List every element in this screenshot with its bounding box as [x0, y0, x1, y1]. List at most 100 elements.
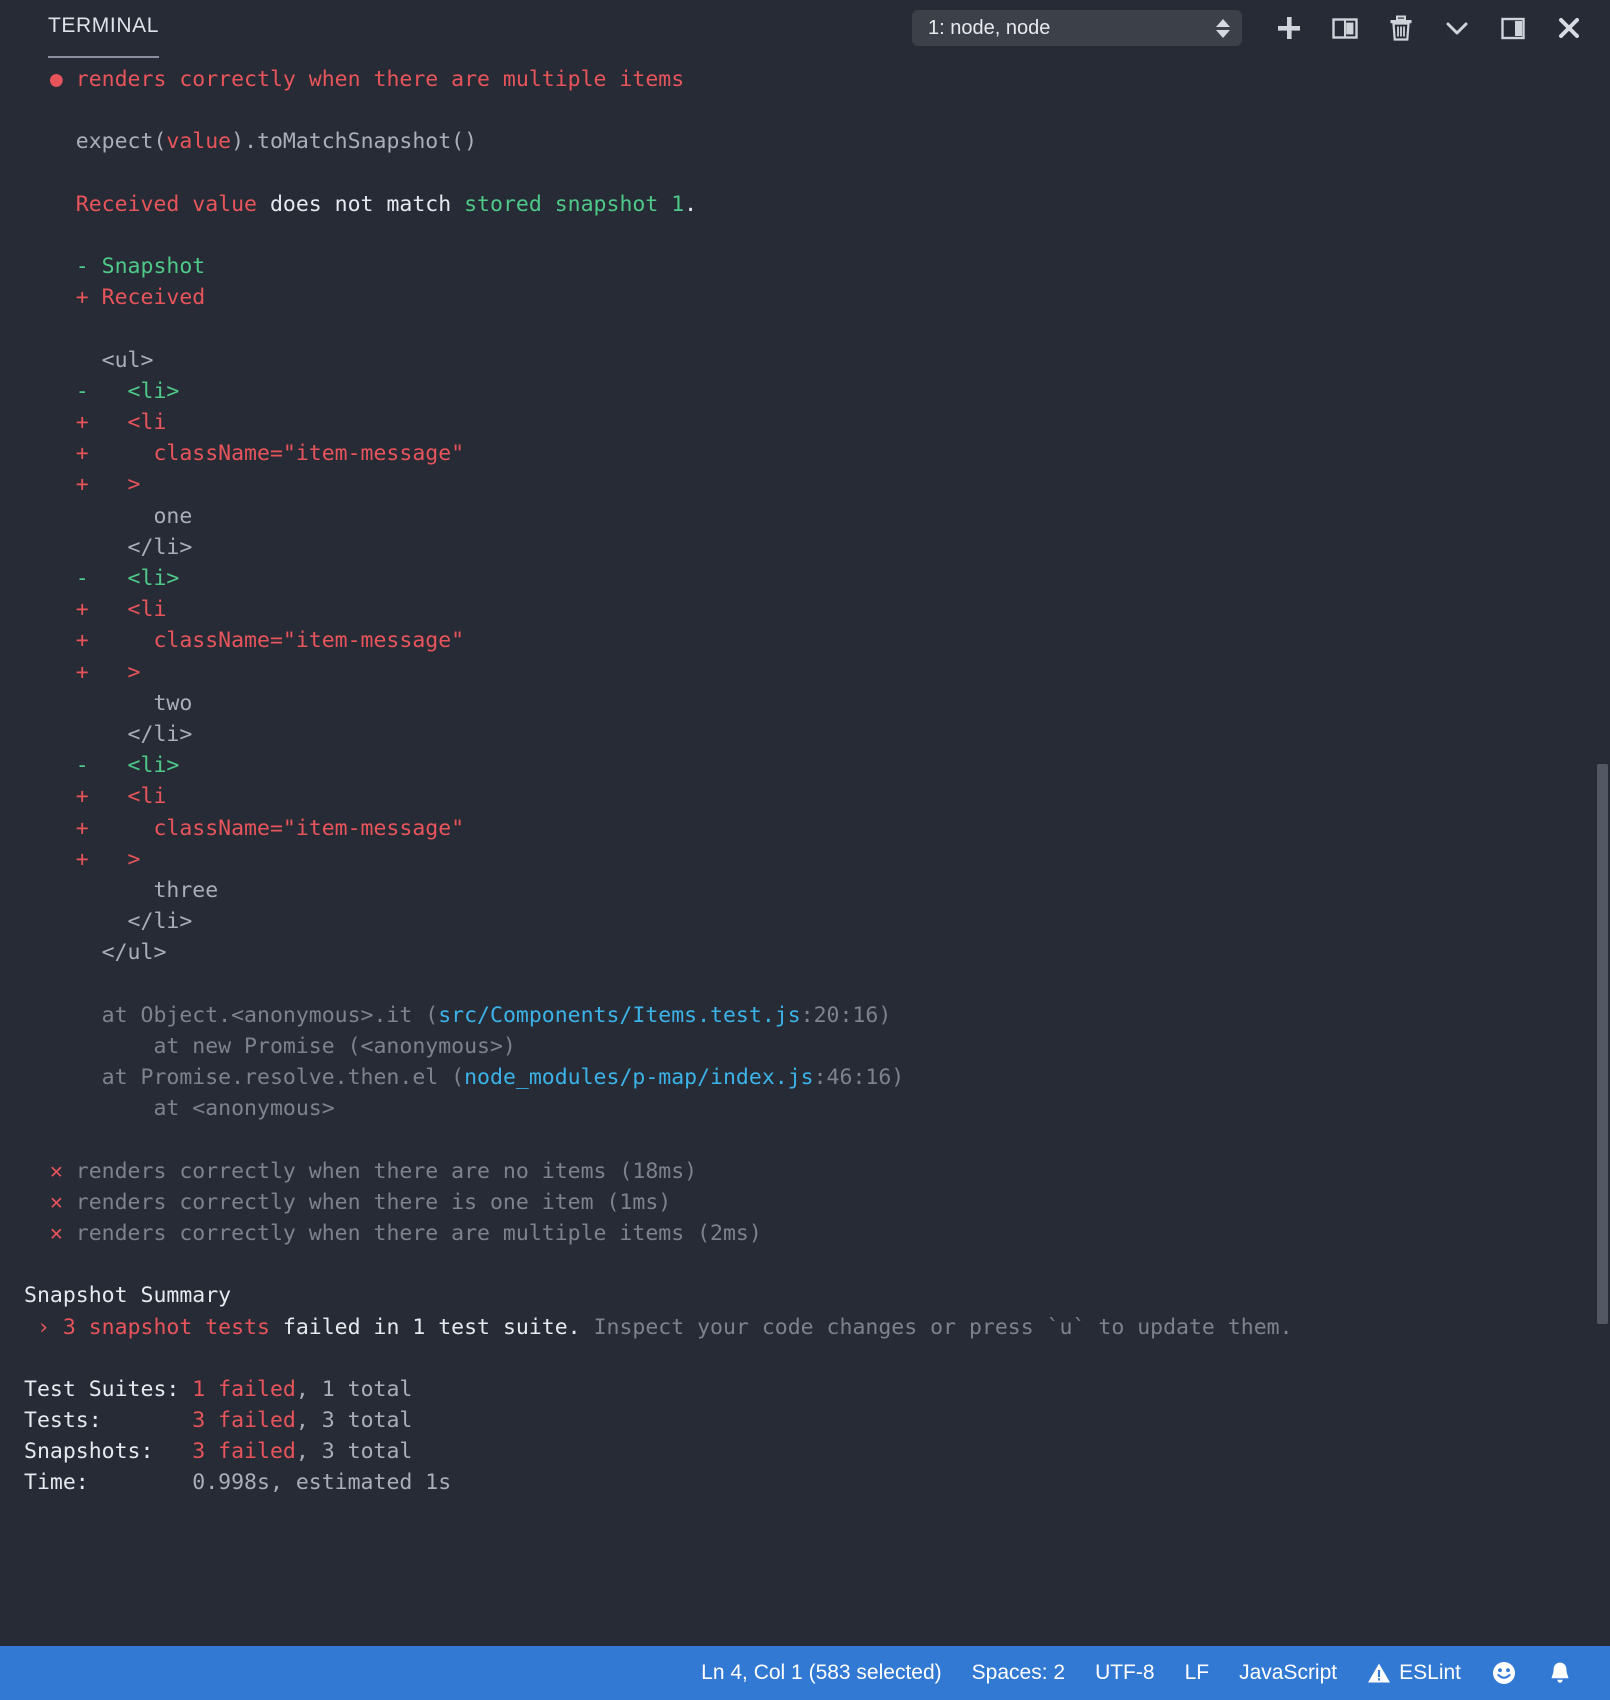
terminal-line: ✕ renders correctly when there are multi…: [24, 1218, 1610, 1249]
terminal-scrollbar-thumb[interactable]: [1597, 764, 1608, 1324]
terminal-line: + className="item-message": [24, 625, 1610, 656]
terminal-text: </li>: [24, 909, 192, 934]
maximize-panel-button[interactable]: [1434, 7, 1480, 49]
terminal-line: [24, 95, 1610, 126]
terminal-text: + Received: [24, 285, 205, 310]
terminal-text: , 1 total: [296, 1377, 413, 1402]
terminal-line: </ul>: [24, 937, 1610, 968]
status-indentation-label: Spaces: 2: [972, 1661, 1065, 1685]
new-terminal-button[interactable]: [1266, 7, 1312, 49]
terminal-text: .: [568, 1315, 594, 1340]
terminal-text: renders correctly when there are no item…: [76, 1159, 697, 1184]
terminal-text: renders correctly when there are multipl…: [76, 67, 684, 92]
terminal-text: </li>: [24, 535, 192, 560]
split-terminal-button[interactable]: [1322, 7, 1368, 49]
warning-triangle-icon: [1367, 1661, 1391, 1685]
plus-icon: [1274, 13, 1304, 43]
terminal-text: 0.998s, estimated 1s: [192, 1470, 451, 1495]
terminal-line: › 3 snapshot tests failed in 1 test suit…: [24, 1312, 1610, 1343]
kill-terminal-button[interactable]: [1378, 7, 1424, 49]
terminal-line: - Snapshot: [24, 251, 1610, 282]
panel-layout-icon: [1498, 13, 1528, 43]
terminal-selector[interactable]: 1: node, node: [912, 10, 1242, 46]
status-indentation[interactable]: Spaces: 2: [957, 1646, 1080, 1700]
terminal-text: Snapshots:: [24, 1439, 192, 1464]
terminal-line: two: [24, 688, 1610, 719]
terminal-line: </li>: [24, 906, 1610, 937]
terminal-line: + <li: [24, 781, 1610, 812]
terminal-text: renders correctly when there are multipl…: [76, 1221, 762, 1246]
terminal-text: , 3 total: [296, 1408, 413, 1433]
status-feedback[interactable]: [1476, 1646, 1532, 1700]
status-eol[interactable]: LF: [1170, 1646, 1225, 1700]
terminal-text: ›: [24, 1315, 63, 1340]
terminal-line: at <anonymous>: [24, 1093, 1610, 1124]
terminal-line: [24, 1249, 1610, 1280]
terminal-line: + className="item-message": [24, 438, 1610, 469]
terminal-text: node_modules/p-map/index.js: [464, 1065, 814, 1090]
terminal-text: one: [24, 504, 192, 529]
status-notifications[interactable]: [1532, 1646, 1588, 1700]
panel-header: TERMINAL 1: node, node: [0, 0, 1610, 56]
terminal-output[interactable]: ● renders correctly when there are multi…: [0, 56, 1610, 1646]
terminal-text: at new Promise (<anonymous>): [24, 1034, 516, 1059]
terminal-text: + >: [24, 847, 141, 872]
terminal-line: - <li>: [24, 563, 1610, 594]
terminal-text: at Object.<anonymous>.it (: [24, 1003, 438, 1028]
terminal-text: , 3 total: [296, 1439, 413, 1464]
terminal-line: expect(value).toMatchSnapshot(): [24, 126, 1610, 157]
terminal-line: Time: 0.998s, estimated 1s: [24, 1467, 1610, 1498]
terminal-text: value: [166, 129, 231, 154]
terminal-text: ●: [24, 67, 76, 92]
terminal-line: <ul>: [24, 345, 1610, 376]
terminal-line: ✕ renders correctly when there is one it…: [24, 1187, 1610, 1218]
terminal-text: :46:16): [814, 1065, 905, 1090]
status-language-mode[interactable]: JavaScript: [1224, 1646, 1352, 1700]
terminal-line: - <li>: [24, 750, 1610, 781]
terminal-text: </li>: [24, 722, 192, 747]
terminal-line: [24, 158, 1610, 189]
terminal-line: + >: [24, 469, 1610, 500]
chevron-updown-icon: [1216, 19, 1230, 38]
status-cursor-position-label: Ln 4, Col 1 (583 selected): [701, 1661, 941, 1685]
close-panel-button[interactable]: [1546, 7, 1592, 49]
terminal-text: two: [24, 691, 192, 716]
terminal-text: Snapshot Summary: [24, 1283, 231, 1308]
terminal-line: [24, 220, 1610, 251]
terminal-line: Received value does not match stored sna…: [24, 189, 1610, 220]
terminal-text: + <li: [24, 784, 166, 809]
terminal-line: ✕ renders correctly when there are no it…: [24, 1156, 1610, 1187]
terminal-lines: ● renders correctly when there are multi…: [0, 64, 1610, 1499]
terminal-text: + className="item-message": [24, 628, 464, 653]
terminal-text: + className="item-message": [24, 441, 464, 466]
terminal-text: 1 failed: [192, 1377, 296, 1402]
terminal-text: 3 failed: [192, 1408, 296, 1433]
terminal-line: Snapshots: 3 failed, 3 total: [24, 1436, 1610, 1467]
status-bar: Ln 4, Col 1 (583 selected) Spaces: 2 UTF…: [0, 1646, 1610, 1700]
terminal-line: + <li: [24, 407, 1610, 438]
terminal-line: Snapshot Summary: [24, 1280, 1610, 1311]
terminal-text: 3 snapshot tests: [63, 1315, 270, 1340]
status-eslint[interactable]: ESLint: [1352, 1646, 1476, 1700]
toggle-panel-layout-button[interactable]: [1490, 7, 1536, 49]
terminal-text: ✕: [24, 1221, 76, 1246]
terminal-text: Tests:: [24, 1408, 192, 1433]
terminal-selector-value: 1: node, node: [928, 17, 1216, 40]
status-language-mode-label: JavaScript: [1239, 1661, 1337, 1685]
terminal-text: failed in 1 test suite: [270, 1315, 568, 1340]
smiley-icon: [1491, 1660, 1517, 1686]
terminal-line: - <li>: [24, 376, 1610, 407]
terminal-text: <ul>: [24, 348, 153, 373]
terminal-text: at <anonymous>: [24, 1096, 335, 1121]
terminal-text: :20:16): [801, 1003, 892, 1028]
terminal-text: ).toMatchSnapshot(): [231, 129, 477, 154]
terminal-line: [24, 314, 1610, 345]
status-eslint-label: ESLint: [1399, 1661, 1461, 1685]
terminal-text: + className="item-message": [24, 816, 464, 841]
status-cursor-position[interactable]: Ln 4, Col 1 (583 selected): [686, 1646, 956, 1700]
bell-icon: [1547, 1660, 1573, 1686]
tab-terminal[interactable]: TERMINAL: [48, 14, 159, 42]
terminal-text: expect(: [24, 129, 166, 154]
terminal-line: + Received: [24, 282, 1610, 313]
status-encoding[interactable]: UTF-8: [1080, 1646, 1170, 1700]
